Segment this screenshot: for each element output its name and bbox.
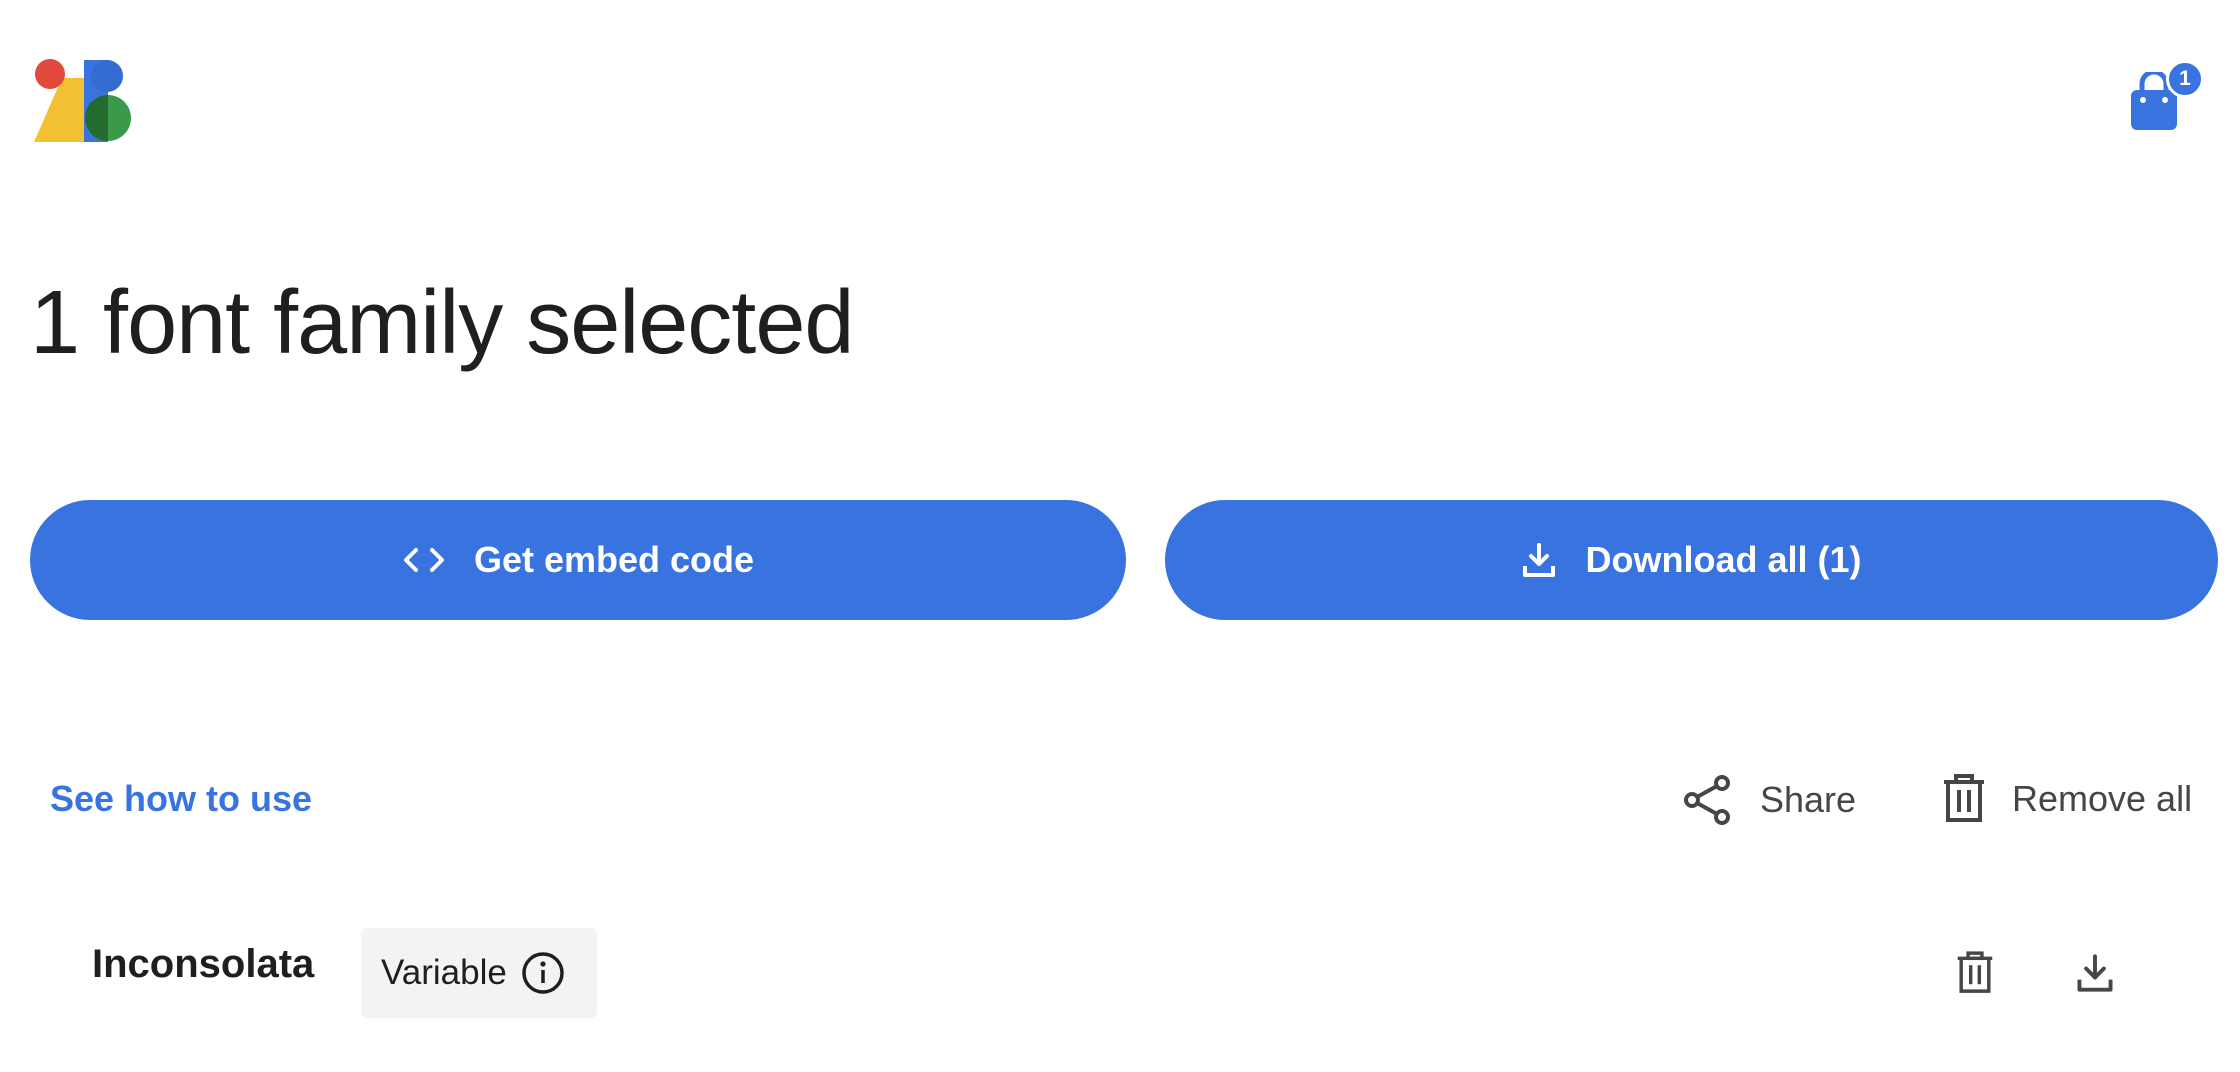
get-embed-code-button[interactable]: Get embed code <box>30 500 1126 620</box>
cart-count-badge: 1 <box>2166 60 2204 98</box>
download-icon <box>1521 542 1557 578</box>
download-all-button[interactable]: Download all (1) <box>1165 500 2218 620</box>
remove-font-button[interactable] <box>1950 948 2000 998</box>
page-title: 1 font family selected <box>30 273 854 373</box>
share-label: Share <box>1760 779 1857 820</box>
download-icon <box>2075 953 2115 993</box>
remove-all-label: Remove all <box>2012 778 2193 819</box>
trash-icon <box>1956 951 1994 995</box>
info-icon <box>521 951 565 995</box>
get-embed-code-label: Get embed code <box>473 539 755 580</box>
selected-families-cart-button[interactable]: 1 <box>2128 58 2208 130</box>
share-button[interactable]: Share <box>1682 774 1856 826</box>
see-how-to-use-link[interactable]: See how to use <box>50 778 312 820</box>
code-brackets-icon <box>402 544 446 576</box>
trash-icon <box>1942 774 1986 824</box>
variable-font-chip[interactable]: Variable <box>361 928 597 1018</box>
share-icon <box>1682 774 1734 826</box>
remove-all-button[interactable]: Remove all <box>1942 774 2192 824</box>
variable-chip-label: Variable <box>381 953 507 992</box>
google-fonts-logo-icon[interactable] <box>34 58 140 142</box>
download-font-button[interactable] <box>2070 948 2120 998</box>
font-family-name: Inconsolata <box>92 942 315 986</box>
download-all-label: Download all (1) <box>1585 539 1862 580</box>
